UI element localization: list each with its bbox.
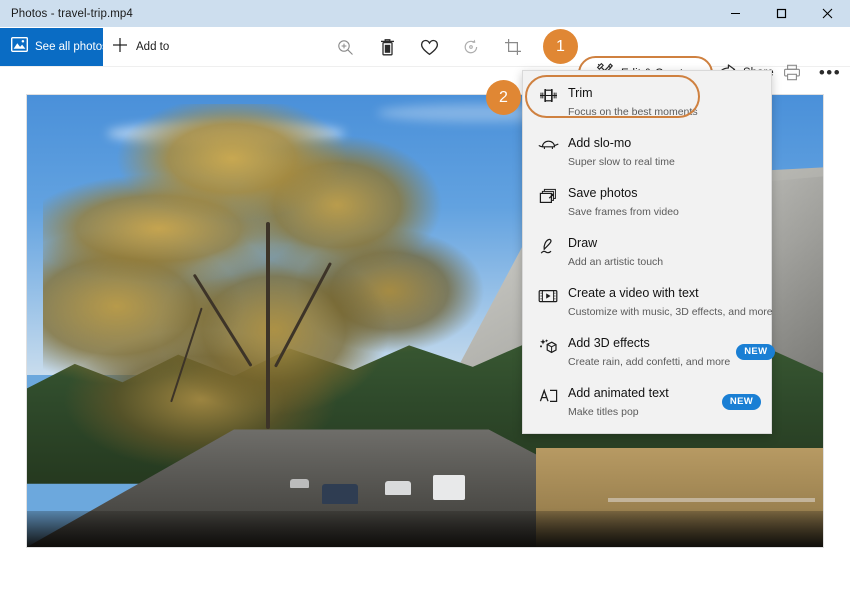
- tool-icon-group: [324, 28, 534, 66]
- add-to-button[interactable]: Add to: [112, 28, 169, 66]
- menu-item-subtitle: Super slow to real time: [568, 156, 675, 168]
- plus-icon: [112, 37, 128, 58]
- vehicle: [322, 484, 359, 504]
- trim-icon: [535, 84, 561, 103]
- save-photos-icon: [535, 184, 561, 205]
- menu-item-title: Draw: [568, 236, 597, 250]
- frame-bottom-shadow: [27, 511, 823, 547]
- menu-item-title: Add animated text: [568, 386, 669, 400]
- menu-item-create-video-with-text[interactable]: Create a video with text Customize with …: [523, 277, 771, 327]
- maximize-icon[interactable]: [758, 0, 804, 27]
- crop-icon[interactable]: [492, 28, 534, 66]
- menu-item-trim[interactable]: Trim Focus on the best moments: [523, 77, 771, 127]
- tree-trunk: [266, 222, 270, 430]
- menu-item-add-slo-mo[interactable]: Add slo-mo Super slow to real time: [523, 127, 771, 177]
- menu-item-subtitle: Make titles pop: [568, 406, 639, 418]
- menu-item-title: Create a video with text: [568, 286, 699, 300]
- animated-text-icon: [535, 384, 561, 404]
- zoom-in-icon[interactable]: [324, 28, 366, 66]
- photos-icon: [11, 37, 28, 57]
- menu-item-title: Add slo-mo: [568, 136, 631, 150]
- turtle-slomo-icon: [535, 134, 561, 151]
- menu-item-add-3d-effects[interactable]: Add 3D effects Create rain, add confetti…: [523, 327, 771, 377]
- photos-app-window: Photos - travel-trip.mp4 See all p: [0, 0, 850, 603]
- close-icon[interactable]: [804, 0, 850, 27]
- menu-item-text: Add slo-mo Super slow to real time: [561, 134, 761, 170]
- menu-item-subtitle: Add an artistic touch: [568, 256, 663, 268]
- menu-item-title: Save photos: [568, 186, 638, 200]
- menu-item-text: Trim Focus on the best moments: [561, 84, 761, 120]
- menu-item-text: Save photos Save frames from video: [561, 184, 761, 220]
- new-badge: NEW: [722, 394, 761, 410]
- menu-item-add-animated-text[interactable]: Add animated text Make titles pop NEW: [523, 377, 771, 427]
- menu-item-subtitle: Focus on the best moments: [568, 106, 698, 118]
- menu-item-title: Add 3D effects: [568, 336, 650, 350]
- minimize-icon[interactable]: [712, 0, 758, 27]
- command-bar: See all photos Add to: [0, 27, 850, 67]
- menu-item-subtitle: Customize with music, 3D effects, and mo…: [568, 306, 773, 318]
- see-all-photos-label: See all photos: [35, 41, 108, 53]
- guardrail: [608, 498, 815, 502]
- more-options-icon[interactable]: •••: [814, 55, 846, 90]
- menu-item-text: Add animated text Make titles pop: [561, 384, 716, 420]
- add-to-label: Add to: [136, 41, 169, 53]
- menu-item-title: Trim: [568, 86, 593, 100]
- step-badge-2: 2: [486, 80, 521, 115]
- new-badge: NEW: [736, 344, 775, 360]
- see-all-photos-button[interactable]: See all photos: [0, 28, 103, 66]
- menu-item-draw[interactable]: Draw Add an artistic touch: [523, 227, 771, 277]
- menu-item-text: Add 3D effects Create rain, add confetti…: [561, 334, 730, 370]
- vehicle: [290, 479, 309, 488]
- print-icon[interactable]: [776, 55, 808, 90]
- edit-create-menu: Trim Focus on the best moments Add slo-m…: [522, 70, 772, 434]
- 3d-effects-icon: [535, 334, 561, 356]
- rotate-icon[interactable]: [450, 28, 492, 66]
- pen-draw-icon: [535, 234, 561, 255]
- window-controls: [712, 0, 850, 27]
- favorite-heart-icon[interactable]: [408, 28, 450, 66]
- menu-item-text: Draw Add an artistic touch: [561, 234, 761, 270]
- menu-item-subtitle: Create rain, add confetti, and more: [568, 356, 730, 368]
- vehicle: [433, 475, 465, 499]
- video-with-text-icon: [535, 284, 561, 304]
- menu-item-text: Create a video with text Customize with …: [561, 284, 773, 320]
- menu-item-subtitle: Save frames from video: [568, 206, 679, 218]
- step-badge-1: 1: [543, 29, 578, 64]
- menu-item-save-photos[interactable]: Save photos Save frames from video: [523, 177, 771, 227]
- delete-icon[interactable]: [366, 28, 408, 66]
- window-title: Photos - travel-trip.mp4: [11, 8, 133, 20]
- vehicle: [385, 481, 410, 495]
- title-bar: Photos - travel-trip.mp4: [0, 0, 850, 27]
